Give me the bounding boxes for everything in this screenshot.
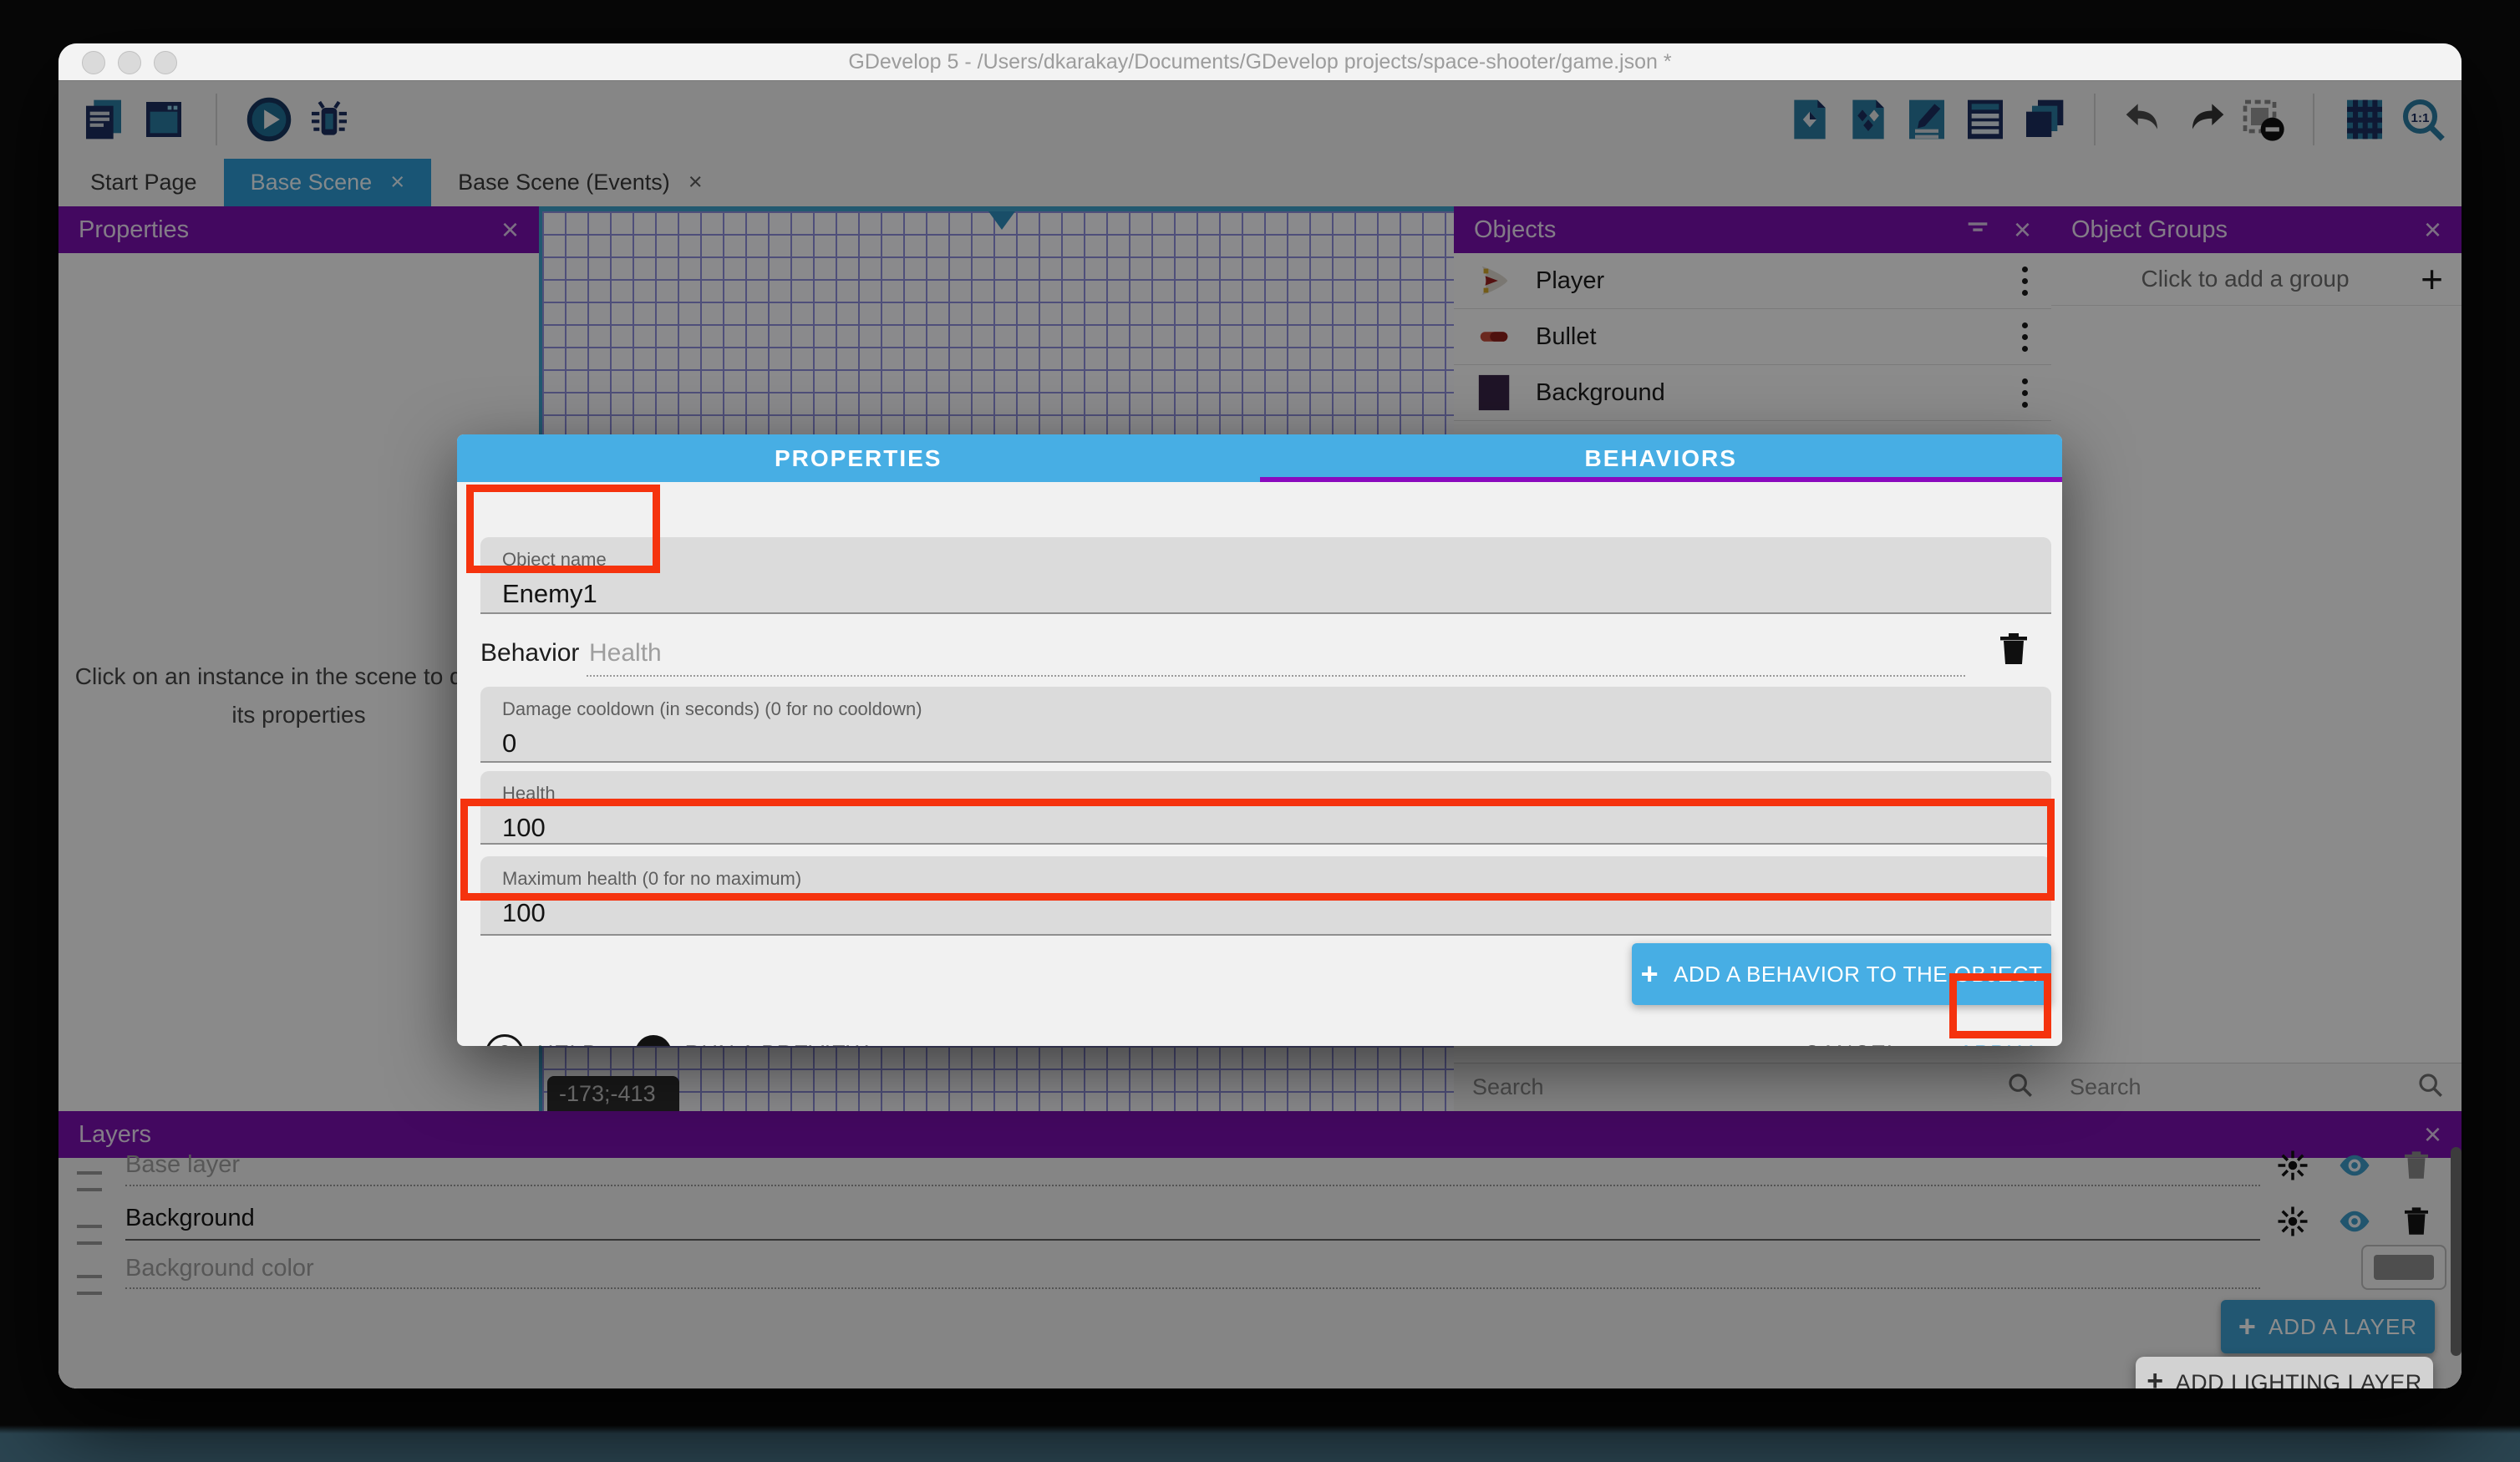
run-preview-icon[interactable]: ▶ [635,1035,672,1046]
delete-behavior-icon[interactable] [1994,629,2034,669]
plus-icon: + [2147,1370,2163,1388]
field-label: Object name [502,549,2051,571]
dialog-footer: ? HELP ▶ RUN A PREVIEW CANCEL APPLY [457,1013,2062,1046]
behavior-name-field[interactable]: Health [589,639,662,668]
annotation-box-apply [1949,973,2051,1038]
behavior-name-underline [587,675,1965,677]
help-icon[interactable]: ? [485,1034,524,1046]
plus-icon: + [1641,957,1659,992]
minimize-window-button[interactable] [118,51,141,74]
zoom-window-button[interactable] [154,51,177,74]
field-label: Damage cooldown (in seconds) (0 for no c… [502,698,2051,720]
object-behaviors-dialog: PROPERTIES BEHAVIORS Object name Enemy1 … [457,434,2062,1046]
run-preview-button[interactable]: RUN A PREVIEW [685,1041,869,1047]
add-lighting-layer-button[interactable]: + ADD LIGHTING LAYER [2136,1357,2433,1388]
apply-button[interactable]: APPLY [1959,1041,2034,1047]
field-value: Enemy1 [502,579,2051,609]
dialog-tabbar: PROPERTIES BEHAVIORS [457,434,2062,482]
app-window: GDevelop 5 - /Users/dkarakay/Documents/G… [58,43,2462,1388]
field-value: 100 [502,898,2051,928]
damage-cooldown-field[interactable]: Damage cooldown (in seconds) (0 for no c… [480,687,2051,763]
close-window-button[interactable] [82,51,105,74]
window-title: GDevelop 5 - /Users/dkarakay/Documents/G… [848,50,1671,74]
titlebar: GDevelop 5 - /Users/dkarakay/Documents/G… [58,43,2462,81]
dialog-body: Object name Enemy1 Behavior Health Damag… [457,482,2062,1046]
behavior-label: Behavior [480,639,579,668]
annotation-box-maximum-health [460,799,2055,901]
field-value: 0 [502,728,2051,759]
help-button[interactable]: HELP [537,1041,598,1047]
cancel-button[interactable]: CANCEL [1803,1041,1900,1047]
object-name-field[interactable]: Object name Enemy1 [480,537,2051,614]
dialog-tab-properties[interactable]: PROPERTIES [457,434,1260,482]
dialog-tab-behaviors[interactable]: BEHAVIORS [1260,434,2063,482]
annotation-box-object-name [466,485,660,573]
traffic-lights [82,51,177,74]
